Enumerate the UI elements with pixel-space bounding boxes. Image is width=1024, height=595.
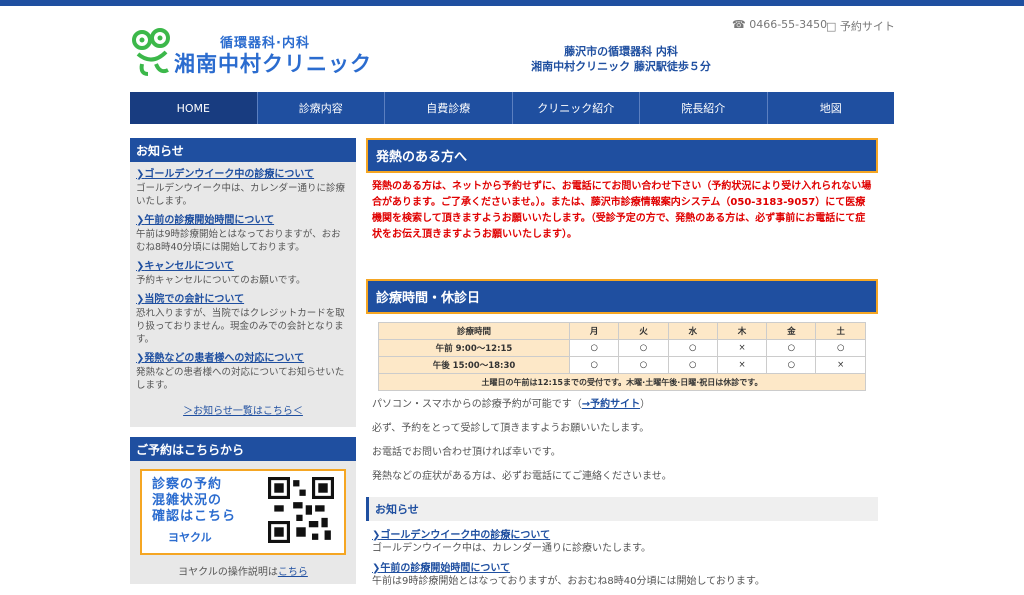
news-link[interactable]: ❯発熱などの患者様への対応について — [136, 352, 350, 366]
reserve-site-label: 予約サイト — [839, 20, 895, 33]
day-header: 木 — [716, 322, 768, 340]
reserve-site-inline-link[interactable]: →予約サイト — [582, 399, 640, 410]
news-text: 午前は9時診療開始とはなっておりますが、おおむね8時40分頃には開始しております… — [372, 576, 765, 587]
hours-section-title: 診療時間・休診日 — [366, 279, 878, 314]
nav-item-map[interactable]: 地図 — [768, 92, 895, 124]
header-tagline: 藤沢市の循環器科 内科 湘南中村クリニック 藤沢駅徒歩５分 — [526, 44, 716, 74]
paragraph: お電話でお問い合わせ頂ければ幸いです。 — [372, 447, 561, 458]
fever-warning-text: 発熱のある方は、ネットから予約せずに、お電話にてお問い合わせ下さい（予約状況によ… — [372, 181, 872, 240]
sidebar-reserve-box: 診察の予約 混雑状況の 確認はこちら ヨヤクル ヨヤクルの操作説明はこちら — [130, 461, 356, 584]
phone-number: 0466-55-3450 — [749, 18, 828, 31]
frog-logo-icon — [132, 28, 170, 76]
yakuru-banner[interactable]: 診察の予約 混雑状況の 確認はこちら ヨヤクル — [140, 469, 346, 555]
schedule-cell: × — [815, 356, 866, 374]
schedule-cell: × — [716, 356, 768, 374]
table-row: 午前 9:00〜12:15 ○ ○ ○ × ○ ○ — [378, 339, 866, 357]
news-link[interactable]: ❯ゴールデンウイーク中の診療について — [366, 529, 878, 542]
list-item: ❯午前の診療開始時間について 午前は9時診療開始とはなっておりますが、おおむね8… — [136, 214, 350, 254]
day-header: 月 — [568, 322, 620, 340]
schedule-cell: ○ — [618, 339, 669, 357]
news-link[interactable]: ❯キャンセルについて — [136, 260, 350, 274]
sidebar-reserve-title: ご予約はこちらから — [130, 437, 356, 461]
top-accent-bar — [0, 0, 1024, 6]
news-link[interactable]: ❯午前の診療開始時間について — [136, 214, 350, 228]
table-row: 午後 15:00〜18:30 ○ ○ ○ × ○ × — [378, 356, 866, 374]
schedule-cell: ○ — [766, 339, 817, 357]
paragraph: 必ず、予約をとって受診して頂きますようお願いいたします。 — [372, 423, 650, 434]
schedule-cell: ○ — [766, 356, 817, 374]
schedule-cell: ○ — [568, 339, 620, 357]
schedule-header-label: 診療時間 — [378, 322, 570, 340]
schedule-cell: ○ — [667, 356, 718, 374]
nav-item-home[interactable]: HOME — [130, 92, 258, 124]
news-more-link[interactable]: ＞お知らせ一覧はこちら＜ — [136, 398, 350, 423]
row-label: 午前 9:00〜12:15 — [378, 339, 570, 357]
schedule-cell: × — [716, 339, 768, 357]
main-nav: HOME 診療内容 自費診療 クリニック紹介 院長紹介 地図 — [130, 92, 894, 124]
list-item: ❯発熱などの患者様への対応について 発熱などの患者様への対応についてお知らせいた… — [136, 352, 350, 392]
nav-item-clinic[interactable]: クリニック紹介 — [513, 92, 640, 124]
paragraph: 発熱などの症状がある方は、必ずお電話にてご連絡くださいませ。 — [372, 471, 672, 482]
list-item: ❯当院での会計について 恐れ入りますが、当院ではクレジットカードを取り扱っており… — [136, 293, 350, 346]
main-content: 発熱のある方へ 発熱のある方は、ネットから予約せずに、お電話にてお問い合わせ下さ… — [366, 138, 878, 595]
sidebar-news-box: ❯ゴールデンウイーク中の診療について ゴールデンウイーク中は、カレンダー通りに診… — [130, 162, 356, 427]
news-text: ゴールデンウイーク中は、カレンダー通りに診療いたします。 — [372, 543, 651, 554]
yakuru-note: ヨヤクルの操作説明はこちら — [178, 567, 308, 578]
main-news-title: お知らせ — [366, 497, 878, 521]
schedule-cell: ○ — [568, 356, 620, 374]
news-link[interactable]: ❯ゴールデンウイーク中の診療について — [136, 168, 350, 182]
yakuru-help-link[interactable]: こちら — [278, 567, 308, 578]
day-header: 土 — [815, 322, 866, 340]
schedule-cell: ○ — [618, 356, 669, 374]
table-row: 土曜日の午前は12:15までの受付です。木曜·土曜午後·日曜·祝日は休診です。 — [378, 373, 866, 391]
day-header: 金 — [766, 322, 817, 340]
schedule-cell: ○ — [815, 339, 866, 357]
schedule-note: 土曜日の午前は12:15までの受付です。木曜·土曜午後·日曜·祝日は休診です。 — [378, 373, 866, 391]
site-logo[interactable]: 循環器科·内科 湘南中村クリニック — [130, 26, 372, 78]
day-header: 水 — [667, 322, 718, 340]
nav-item-services[interactable]: 診療内容 — [258, 92, 385, 124]
table-row: 診療時間 月 火 水 木 金 土 — [378, 322, 866, 340]
phone-icon: ☎ — [732, 18, 746, 31]
banner-text: 診察の予約 混雑状況の 確認はこちら — [152, 477, 237, 524]
tagline-line-1: 藤沢市の循環器科 内科 — [564, 45, 678, 58]
document-icon: □ — [826, 20, 837, 33]
yakuru-brand: ヨヤクル — [168, 531, 212, 544]
news-link[interactable]: ❯午前の診療開始時間について — [366, 562, 878, 575]
fever-section-title: 発熱のある方へ — [366, 138, 878, 173]
list-item: ❯キャンセルについて 予約キャンセルについてのお願いです。 — [136, 260, 350, 287]
qr-code-icon — [268, 477, 334, 543]
news-text: 予約キャンセルについてのお願いです。 — [136, 275, 306, 286]
news-text: 発熱などの患者様への対応についてお知らせいたします。 — [136, 367, 345, 391]
row-label: 午後 15:00〜18:30 — [378, 356, 570, 374]
nav-item-self-pay[interactable]: 自費診療 — [385, 92, 513, 124]
nav-item-director[interactable]: 院長紹介 — [640, 92, 768, 124]
news-text: ゴールデンウイーク中は、カレンダー通りに診療いたします。 — [136, 183, 346, 207]
schedule-table: 診療時間 月 火 水 木 金 土 午前 9:00〜12:15 ○ ○ ○ × ○… — [378, 322, 866, 391]
reserve-site-link[interactable]: □ 予約サイト — [826, 18, 895, 34]
day-header: 火 — [618, 322, 669, 340]
schedule-cell: ○ — [667, 339, 718, 357]
reserve-paragraph: パソコン・スマホからの診療予約が可能です（→予約サイト） — [372, 399, 651, 410]
news-text: 午前は9時診療開始とはなっておりますが、おおむね8時40分頃には開始しております… — [136, 229, 341, 253]
news-text: 恐れ入りますが、当院ではクレジットカードを取り扱っておりません。現金のみでの会計… — [136, 308, 345, 345]
sidebar: お知らせ ❯ゴールデンウイーク中の診療について ゴールデンウイーク中は、カレンダ… — [130, 138, 356, 584]
logo-clinic-name: 湘南中村クリニック — [174, 52, 372, 76]
tagline-line-2: 湘南中村クリニック 藤沢駅徒歩５分 — [531, 60, 711, 73]
list-item: ❯ゴールデンウイーク中の診療について ゴールデンウイーク中は、カレンダー通りに診… — [136, 168, 350, 208]
phone-contact[interactable]: ☎ 0466-55-3450 — [732, 18, 827, 31]
news-link[interactable]: ❯当院での会計について — [136, 293, 350, 307]
sidebar-news-title: お知らせ — [130, 138, 356, 162]
